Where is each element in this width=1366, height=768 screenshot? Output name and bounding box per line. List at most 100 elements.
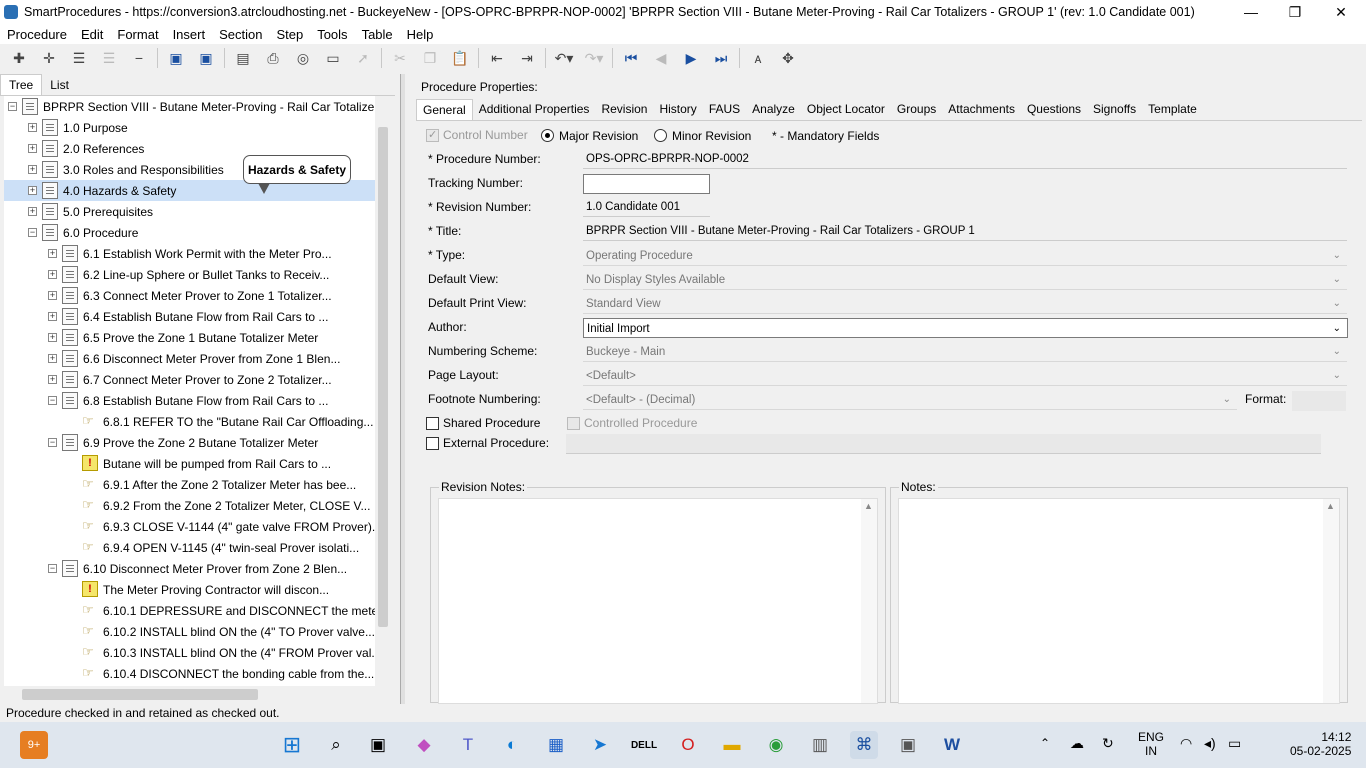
tab-attachments[interactable]: Attachments xyxy=(942,99,1021,120)
tree-item[interactable]: ☞ 6.10.2 INSTALL blind ON the (4" TO Prov… xyxy=(4,621,375,642)
print-icon[interactable]: ⎙ xyxy=(262,47,284,69)
save-icon[interactable]: ▣ xyxy=(195,47,217,69)
dell-icon[interactable]: DELL xyxy=(630,731,658,759)
indent-more-icon[interactable]: ⇥ xyxy=(516,47,538,69)
windows-start-icon[interactable]: ⊞ xyxy=(278,731,306,759)
list-icon[interactable]: ☰ xyxy=(68,47,90,69)
widgets-icon[interactable]: 9+ xyxy=(20,731,48,759)
next-icon[interactable]: ▶ xyxy=(680,47,702,69)
tab-questions[interactable]: Questions xyxy=(1021,99,1087,120)
tree-item[interactable]: +6.7 Connect Meter Prover to Zone 2 Tota… xyxy=(4,369,375,390)
tab-revision[interactable]: Revision xyxy=(595,99,653,120)
panel-splitter[interactable] xyxy=(400,74,405,704)
tree-item[interactable]: +5.0 Prerequisites xyxy=(4,201,375,222)
control-number-checkbox[interactable] xyxy=(426,128,439,142)
tree-item[interactable]: ☞ 6.9.4 OPEN V-1145 (4" twin-seal Prover … xyxy=(4,537,375,558)
expand-icon[interactable]: + xyxy=(28,165,37,174)
redo-arrow-icon[interactable]: ↷▾ xyxy=(583,47,605,69)
search-icon[interactable]: ⌕ xyxy=(322,731,350,759)
tree-item[interactable]: − BPRPR Section VIII - Butane Meter-Provi… xyxy=(4,96,375,117)
tree-item[interactable]: ☞ 6.9.2 From the Zone 2 Totalizer Meter, … xyxy=(4,495,375,516)
notes-textarea[interactable]: ▲ xyxy=(898,498,1340,704)
tab-general[interactable]: General xyxy=(416,99,473,120)
preview-icon[interactable]: ▤ xyxy=(232,47,254,69)
menu-step[interactable]: Step xyxy=(269,27,310,42)
redo-icon[interactable]: ➚ xyxy=(352,47,374,69)
add-icon[interactable]: ✚ xyxy=(8,47,30,69)
tree-item[interactable]: +6.3 Connect Meter Prover to Zone 1 Tota… xyxy=(4,285,375,306)
collapse-icon[interactable]: − xyxy=(48,564,57,573)
tree-horizontal-scrollbar[interactable] xyxy=(4,686,375,703)
maximize-icon[interactable]: ❐ xyxy=(1272,0,1318,24)
remote-desktop-icon[interactable]: ▣ xyxy=(894,731,922,759)
tree-item[interactable]: +6.5 Prove the Zone 1 Butane Totalizer M… xyxy=(4,327,375,348)
tracking-number-field[interactable] xyxy=(583,174,710,194)
tree-item[interactable]: +6.6 Disconnect Meter Prover from Zone 1… xyxy=(4,348,375,369)
tree-item[interactable]: ☞ 6.10.1 DEPRESSURE and DISCONNECT the me… xyxy=(4,600,375,621)
default-view-select[interactable]: No Display Styles Available ⌄ xyxy=(583,270,1347,290)
tab-groups[interactable]: Groups xyxy=(891,99,942,120)
expand-icon[interactable]: + xyxy=(28,123,37,132)
scroll-up-icon[interactable]: ▲ xyxy=(864,501,873,511)
expand-icon[interactable]: + xyxy=(28,144,37,153)
tree-item[interactable]: ! The Meter Proving Contractor will disco… xyxy=(4,579,375,600)
tree-item[interactable]: − 6.10 Disconnect Meter Prover from Zone … xyxy=(4,558,375,579)
expand-icon[interactable]: + xyxy=(48,354,57,363)
expand-icon[interactable]: + xyxy=(48,333,57,342)
revision-notes-textarea[interactable]: ▲ xyxy=(438,498,878,704)
clock[interactable]: 14:12 05-02-2025 xyxy=(1290,730,1351,758)
edge-icon[interactable]: ◐ xyxy=(498,731,526,759)
tree-item[interactable]: ☞ 6.10.3 INSTALL blind ON the (4" FROM Pr… xyxy=(4,642,375,663)
cloud-icon[interactable]: ☁ xyxy=(1070,735,1084,752)
collapse-icon[interactable]: − xyxy=(8,102,17,111)
menu-format[interactable]: Format xyxy=(110,27,165,42)
smartprocedures-taskbar-icon[interactable]: ⌘ xyxy=(850,731,878,759)
expand-icon[interactable]: + xyxy=(48,375,57,384)
tree-item[interactable]: ☞ 6.9.3 CLOSE V-1144 (4" gate valve FROM … xyxy=(4,516,375,537)
find-icon[interactable]: ᴀ xyxy=(747,47,769,69)
tree-item[interactable]: − 6.8 Establish Butane Flow from Rail Car… xyxy=(4,390,375,411)
chrome-icon[interactable]: ◉ xyxy=(762,731,790,759)
collapse-icon[interactable]: − xyxy=(48,438,57,447)
tree-item[interactable]: ☞ 6.9.1 After the Zone 2 Totalizer Meter … xyxy=(4,474,375,495)
tab-list[interactable]: List xyxy=(42,75,77,95)
menu-procedure[interactable]: Procedure xyxy=(0,27,74,42)
tab-template[interactable]: Template xyxy=(1142,99,1203,120)
task-view-icon[interactable]: ▣ xyxy=(364,731,392,759)
last-icon[interactable]: ⏭ xyxy=(710,47,732,69)
word-icon[interactable]: W xyxy=(938,731,966,759)
language-indicator[interactable]: ENG IN xyxy=(1138,730,1164,758)
expand-icon[interactable]: + xyxy=(48,270,57,279)
minor-revision-radio[interactable] xyxy=(654,129,667,142)
tree-item[interactable]: ☞ 6.10.4 DISCONNECT the bonding cable fro… xyxy=(4,663,375,684)
sync-icon[interactable]: ↻ xyxy=(1102,735,1114,752)
outdent-icon[interactable]: ⇤ xyxy=(486,47,508,69)
menu-help[interactable]: Help xyxy=(400,27,441,42)
menu-tools[interactable]: Tools xyxy=(310,27,354,42)
opera-icon[interactable]: O xyxy=(674,731,702,759)
numbering-scheme-select[interactable]: Buckeye - Main ⌄ xyxy=(583,342,1347,362)
previous-icon[interactable]: ◀ xyxy=(650,47,672,69)
paste-icon[interactable]: 📋 xyxy=(449,47,471,69)
copilot-icon[interactable]: ◆ xyxy=(410,731,438,759)
tab-object-locator[interactable]: Object Locator xyxy=(801,99,891,120)
tree-item[interactable]: +1.0 Purpose xyxy=(4,117,375,138)
app-icon-taskbar[interactable]: ▥ xyxy=(806,731,834,759)
minimize-icon[interactable]: — xyxy=(1228,0,1274,24)
copy-icon[interactable]: ❐ xyxy=(419,47,441,69)
volume-icon[interactable]: ◂) xyxy=(1204,735,1216,752)
default-print-view-select[interactable]: Standard View ⌄ xyxy=(583,294,1347,314)
remove-icon[interactable]: − xyxy=(128,47,150,69)
procedure-number-field[interactable]: OPS-OPRC-BPRPR-NOP-0002 xyxy=(583,149,1347,169)
battery-icon[interactable]: ▭ xyxy=(1228,735,1241,752)
menu-insert[interactable]: Insert xyxy=(166,27,213,42)
external-procedure-checkbox[interactable] xyxy=(426,437,439,450)
page-layout-select[interactable]: <Default> ⌄ xyxy=(583,366,1347,386)
scroll-up-icon[interactable]: ▲ xyxy=(1326,501,1335,511)
menu-edit[interactable]: Edit xyxy=(74,27,110,42)
tree-item[interactable]: +6.4 Establish Butane Flow from Rail Car… xyxy=(4,306,375,327)
move-icon[interactable]: ✥ xyxy=(777,47,799,69)
wifi-icon[interactable]: ◠ xyxy=(1180,735,1192,752)
author-select[interactable]: Initial Import ⌄ xyxy=(583,318,1348,338)
tree-vertical-scrollbar[interactable] xyxy=(375,113,391,686)
